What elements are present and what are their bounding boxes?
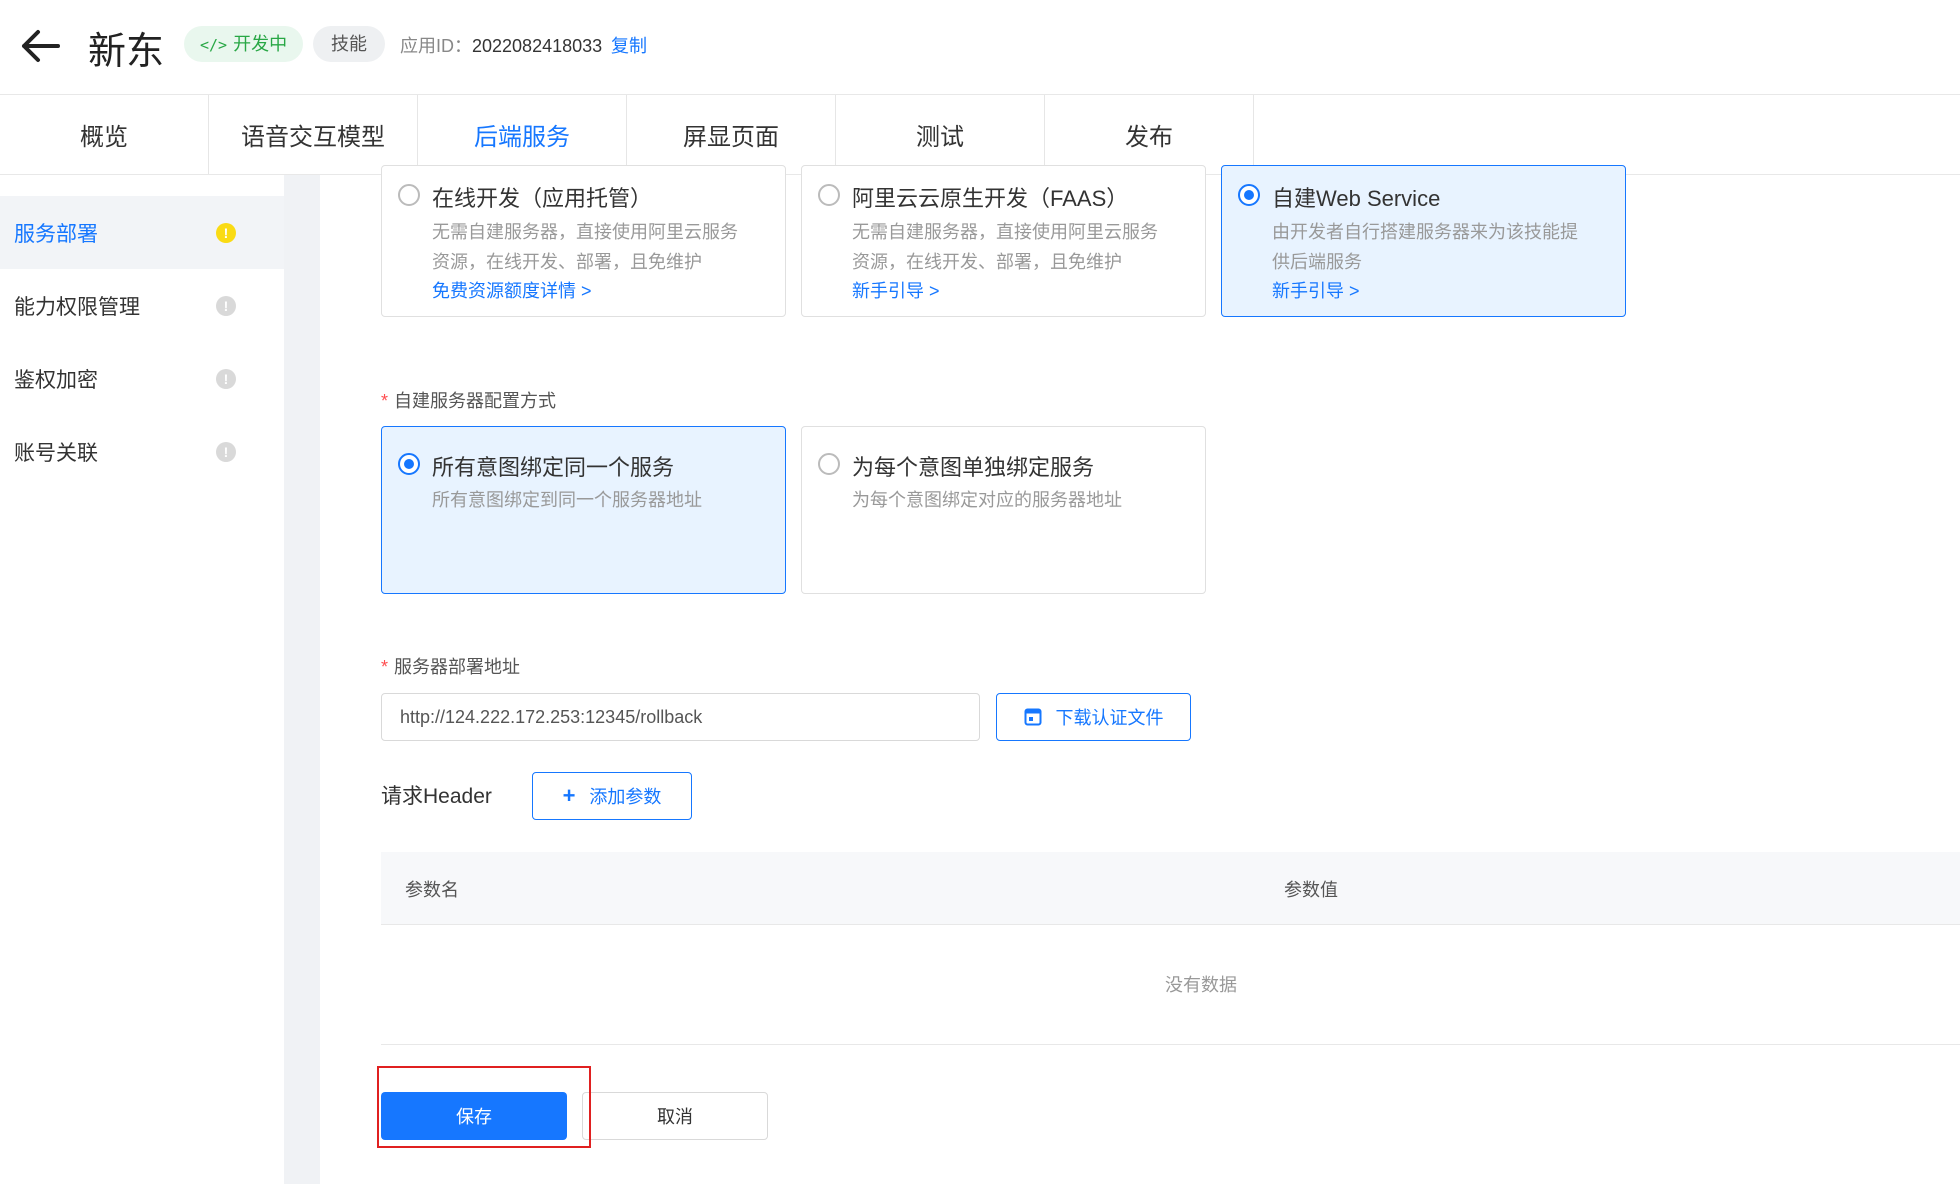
- server-url-input[interactable]: [381, 693, 980, 741]
- free-quota-link[interactable]: 免费资源额度详情 >: [432, 277, 592, 303]
- option-title: 阿里云云原生开发（FAAS）: [852, 186, 1129, 211]
- button-label: 添加参数: [589, 787, 662, 807]
- option-description: 由开发者自行搭建服务器来为该技能提: [1272, 222, 1578, 242]
- table-body: 没有数据: [381, 925, 1960, 1045]
- type-badge: 技能: [313, 26, 385, 62]
- option-title: 自建Web Service: [1272, 186, 1441, 211]
- save-button[interactable]: 保存: [381, 1092, 567, 1140]
- tab-overview[interactable]: 概览: [0, 95, 209, 174]
- option-description: 所有意图绑定到同一个服务器地址: [432, 490, 702, 510]
- add-param-button[interactable]: + 添加参数: [532, 772, 692, 820]
- tab-test[interactable]: 测试: [836, 95, 1045, 174]
- table-header: 参数名 参数值: [381, 852, 1960, 925]
- label-text: 自建服务器配置方式: [394, 391, 557, 411]
- column-header-name: 参数名: [405, 880, 459, 900]
- main-tabs: 概览 语音交互模型 后端服务 屏显页面 测试 发布: [0, 95, 1960, 175]
- required-mark: *: [381, 391, 389, 411]
- sidebar-item-label: 鉴权加密: [14, 368, 98, 392]
- header-params-table: 参数名 参数值 没有数据: [381, 852, 1960, 1045]
- server-address-label: * 服务器部署地址: [381, 653, 520, 679]
- option-description: 供后端服务: [1272, 252, 1362, 272]
- config-method-label: * 自建服务器配置方式: [381, 387, 556, 413]
- sidebar-item-service-deploy[interactable]: 服务部署 !: [0, 196, 284, 269]
- deploy-option-online-dev[interactable]: 在线开发（应用托管） 无需自建服务器，直接使用阿里云服务 资源，在线开发、部署，…: [381, 165, 786, 317]
- sidebar-item-account-link[interactable]: 账号关联 !: [0, 415, 284, 488]
- info-icon: !: [216, 296, 236, 316]
- radio-button-selected[interactable]: [398, 453, 420, 475]
- sidebar-item-auth-encryption[interactable]: 鉴权加密 !: [0, 342, 284, 415]
- guide-link[interactable]: 新手引导 >: [1272, 277, 1360, 303]
- download-cert-button[interactable]: 下载认证文件: [996, 693, 1191, 741]
- request-header-label: 请求Header: [381, 785, 492, 808]
- code-icon: </>: [200, 36, 228, 54]
- button-label: 下载认证文件: [1055, 708, 1164, 728]
- sidebar-item-label: 服务部署: [14, 222, 98, 246]
- tab-screen-pages[interactable]: 屏显页面: [627, 95, 836, 174]
- radio-button-selected[interactable]: [1238, 184, 1260, 206]
- app-name: 新东: [88, 31, 165, 73]
- guide-link[interactable]: 新手引导 >: [852, 277, 940, 303]
- label-text: 服务器部署地址: [394, 657, 521, 677]
- app-id-value: 2022082418033: [472, 36, 603, 56]
- sidebar-item-label: 能力权限管理: [14, 295, 140, 319]
- sidebar-divider: [284, 175, 320, 1184]
- option-description: 无需自建服务器，直接使用阿里云服务: [432, 222, 738, 242]
- app-id: 应用ID：2022082418033: [400, 32, 602, 58]
- config-option-per-intent[interactable]: 为每个意图单独绑定服务 为每个意图绑定对应的服务器地址: [801, 426, 1206, 594]
- file-download-icon: [1024, 708, 1041, 726]
- option-description: 无需自建服务器，直接使用阿里云服务: [852, 222, 1158, 242]
- sidebar-item-permissions[interactable]: 能力权限管理 !: [0, 269, 284, 342]
- option-title: 在线开发（应用托管）: [432, 186, 653, 211]
- deploy-option-faas[interactable]: 阿里云云原生开发（FAAS） 无需自建服务器，直接使用阿里云服务 资源，在线开发…: [801, 165, 1206, 317]
- status-text: 开发中: [233, 34, 288, 54]
- column-header-value: 参数值: [1284, 880, 1338, 900]
- required-mark: *: [381, 657, 389, 677]
- option-title: 为每个意图单独绑定服务: [852, 455, 1095, 480]
- warning-icon: !: [216, 223, 236, 243]
- app-id-label: 应用ID：: [400, 36, 472, 56]
- app-header: 新东 </> 开发中 技能 应用ID：2022082418033 复制: [0, 0, 1960, 95]
- sidebar: 服务部署 ! 能力权限管理 ! 鉴权加密 ! 账号关联 !: [0, 175, 284, 1184]
- cancel-button[interactable]: 取消: [582, 1092, 768, 1140]
- option-description: 资源，在线开发、部署，且免维护: [852, 252, 1122, 272]
- radio-button[interactable]: [818, 184, 840, 206]
- info-icon: !: [216, 442, 236, 462]
- option-description: 为每个意图绑定对应的服务器地址: [852, 490, 1122, 510]
- info-icon: !: [216, 369, 236, 389]
- radio-button[interactable]: [818, 453, 840, 475]
- plus-icon: +: [562, 783, 576, 808]
- config-option-single-service[interactable]: 所有意图绑定同一个服务 所有意图绑定到同一个服务器地址: [381, 426, 786, 594]
- status-badge: </> 开发中: [184, 26, 304, 62]
- radio-button[interactable]: [398, 184, 420, 206]
- sidebar-item-label: 账号关联: [14, 441, 98, 465]
- option-description: 资源，在线开发、部署，且免维护: [432, 252, 702, 272]
- tab-interaction-model[interactable]: 语音交互模型: [209, 95, 418, 174]
- tab-backend-service[interactable]: 后端服务: [418, 95, 627, 174]
- empty-state-text: 没有数据: [1165, 975, 1237, 995]
- copy-link[interactable]: 复制: [611, 32, 647, 58]
- tab-publish[interactable]: 发布: [1045, 95, 1254, 174]
- option-title: 所有意图绑定同一个服务: [432, 455, 675, 480]
- back-arrow-icon[interactable]: [18, 26, 62, 66]
- main-content: 在线开发（应用托管） 无需自建服务器，直接使用阿里云服务 资源，在线开发、部署，…: [320, 165, 1960, 1184]
- deploy-option-self-hosted[interactable]: 自建Web Service 由开发者自行搭建服务器来为该技能提 供后端服务 新手…: [1221, 165, 1626, 317]
